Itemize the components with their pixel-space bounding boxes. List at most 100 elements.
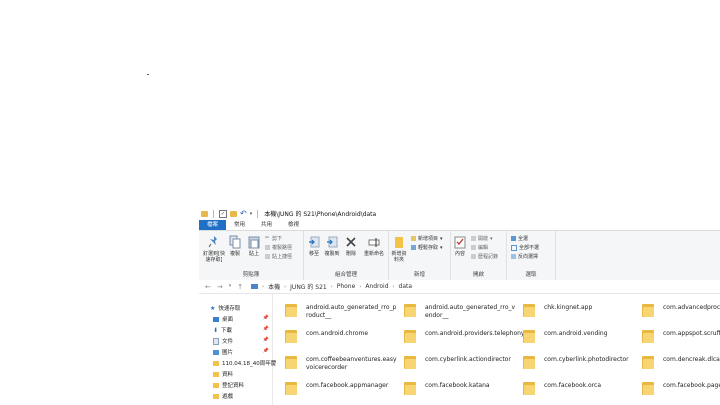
chevron-down-icon[interactable]: ▾ (229, 283, 232, 291)
move-to-button[interactable]: 移至 (306, 235, 322, 257)
folder-icon (523, 328, 535, 343)
new-folder-icon[interactable] (230, 210, 237, 217)
breadcrumb-device[interactable]: JUNG 的 S21 (290, 282, 327, 291)
folder-icon (213, 382, 219, 388)
delete-button[interactable]: 刪除 (344, 235, 358, 257)
folder-name: com.facebook.appmanager (306, 382, 389, 389)
new-item-button[interactable]: 新增項目 ▾ (411, 235, 443, 242)
select-all-button[interactable]: 全選 (511, 235, 528, 242)
copy-to-button[interactable]: 複製到 (324, 235, 340, 257)
chevron-down-icon: ▾ (440, 235, 443, 242)
copy-button[interactable]: 複製 (227, 235, 243, 257)
folder-item[interactable]: com.android.providers.telephony (404, 325, 524, 347)
folder-item[interactable]: com.facebook.pages.app (642, 377, 720, 399)
folder-icon (213, 360, 219, 366)
sidebar-item-label: 資料 (222, 372, 234, 378)
sidebar-item-pictures[interactable]: 圖片 (213, 348, 233, 356)
folder-icon (404, 354, 416, 369)
folder-item[interactable]: com.facebook.appmanager (285, 377, 403, 399)
tab-file[interactable]: 檔案 (199, 220, 227, 230)
folder-name: com.facebook.orca (544, 382, 602, 389)
breadcrumb-android[interactable]: Android (365, 283, 388, 290)
folder-name: com.facebook.pages.app (663, 382, 720, 389)
invert-selection-button[interactable]: 反向選擇 (511, 253, 538, 260)
paste-button[interactable]: 貼上 (246, 235, 262, 257)
folder-name: com.android.vending (544, 330, 608, 337)
folder-item[interactable]: com.coffeebeanventures.easyvoicerecorder (285, 351, 403, 373)
copy-to-icon (327, 236, 338, 248)
folder-item[interactable]: com.android.chrome (285, 325, 403, 347)
tab-share[interactable]: 共用 (253, 220, 280, 230)
edit-label: 編輯 (478, 245, 489, 251)
folder-item[interactable]: android.auto_generated_rro_vendor__ (404, 299, 522, 321)
sidebar-item-documents[interactable]: 文件 (213, 337, 233, 345)
sidebar-item-folder-games[interactable]: 遊戲 (213, 392, 233, 400)
breadcrumb-separator-icon: › (392, 283, 395, 290)
rename-label: 重新命名 (363, 251, 384, 257)
sidebar-item-folder-registration[interactable]: 登記資料 (213, 381, 244, 389)
new-item-icon (411, 236, 416, 241)
sidebar-item-downloads[interactable]: ⬇ 下載 (213, 326, 232, 335)
select-none-button[interactable]: 全部不選 (511, 244, 539, 251)
download-arrow-icon: ⬇ (213, 326, 219, 334)
folder-icon (404, 380, 416, 395)
folder-item[interactable]: com.appspot.scruffapp (642, 325, 720, 347)
folder-item[interactable]: android.auto_generated_rro_product__ (285, 299, 403, 321)
copy-path-icon (265, 245, 270, 250)
forward-arrow-icon[interactable]: → (217, 283, 223, 291)
sidebar-item-desktop[interactable]: 桌面 (213, 315, 233, 323)
pin-quick-access-button[interactable]: 釘選到[快速存取] (202, 235, 226, 263)
folder-item[interactable]: com.cyberlink.actiondirector (404, 351, 522, 373)
breadcrumb[interactable]: › 本機 › JUNG 的 S21 › Phone › Android › da… (251, 282, 412, 291)
sidebar-item-folder-data[interactable]: 資料 (213, 370, 233, 378)
new-folder-button[interactable]: 新增資料夾 (391, 235, 407, 263)
move-to-icon (309, 236, 320, 248)
open-button[interactable]: 開啟 ▾ (471, 235, 493, 242)
breadcrumb-this-pc[interactable]: 本機 (268, 282, 280, 291)
select-all-icon (511, 236, 516, 241)
edit-button[interactable]: 編輯 (471, 244, 488, 251)
sidebar-item-label: 文件 (222, 339, 234, 345)
cut-button[interactable]: ✂ 剪下 (265, 235, 282, 243)
desktop-icon (213, 316, 219, 322)
folder-icon (285, 328, 297, 343)
copy-path-button[interactable]: 複製路徑 (265, 244, 292, 251)
sidebar-item-label: 桌面 (222, 317, 234, 323)
properties-check-icon[interactable]: ✓ (219, 209, 227, 218)
folder-item[interactable]: com.facebook.orca (523, 377, 641, 399)
history-button[interactable]: 歷程記錄 (471, 253, 498, 260)
organize-group: 移至 複製到 刪除 重新命名 組合管理 (304, 231, 389, 280)
breadcrumb-phone[interactable]: Phone (337, 283, 356, 290)
pin-icon: 📌 (262, 337, 269, 343)
up-arrow-icon[interactable]: ↑ (237, 283, 243, 291)
easy-access-button[interactable]: 輕鬆存取 ▾ (411, 244, 443, 251)
file-explorer-window: ✓ ↶ ▾ 本機\JUNG 的 S21\Phone\Android\data 檔… (199, 207, 720, 405)
folder-icon (213, 371, 219, 377)
sidebar-item-quick-access[interactable]: ★ 快速存取 (210, 304, 240, 313)
delete-x-icon (346, 237, 356, 247)
open-label: 開啟 (478, 236, 489, 242)
organize-group-label: 組合管理 (334, 272, 357, 278)
tab-home[interactable]: 常用 (226, 220, 253, 230)
folder-item[interactable]: com.android.vending (523, 325, 641, 347)
title-bar: ✓ ↶ ▾ 本機\JUNG 的 S21\Phone\Android\data (199, 207, 720, 220)
folder-name: com.facebook.katana (425, 382, 490, 389)
sidebar-item-folder-anniversary[interactable]: 110.04.18_40周年慶 (213, 359, 276, 367)
undo-icon[interactable]: ↶ (240, 209, 247, 218)
back-arrow-icon[interactable]: ← (205, 283, 211, 291)
quick-access-toolbar: ✓ ↶ ▾ (199, 209, 260, 218)
folder-item[interactable]: com.dencreak.dlcalculator (642, 351, 720, 373)
tab-view[interactable]: 檢視 (280, 220, 307, 230)
paste-shortcut-button[interactable]: 貼上捷徑 (265, 253, 292, 260)
properties-button[interactable]: 內容 (453, 235, 467, 257)
folder-item[interactable]: com.advancedprocess (642, 299, 720, 321)
folder-item[interactable]: com.cyberlink.photodirector (523, 351, 641, 373)
rename-button[interactable]: 重新命名 (362, 235, 386, 257)
folder-icon (523, 380, 535, 395)
file-list: android.auto_generated_rro_product__ and… (281, 295, 720, 405)
chevron-down-icon[interactable]: ▾ (250, 211, 253, 217)
delete-label: 刪除 (345, 251, 356, 257)
folder-item[interactable]: chk.kingnet.app (523, 299, 641, 321)
breadcrumb-data[interactable]: data (399, 283, 413, 290)
folder-item[interactable]: com.facebook.katana (404, 377, 522, 399)
